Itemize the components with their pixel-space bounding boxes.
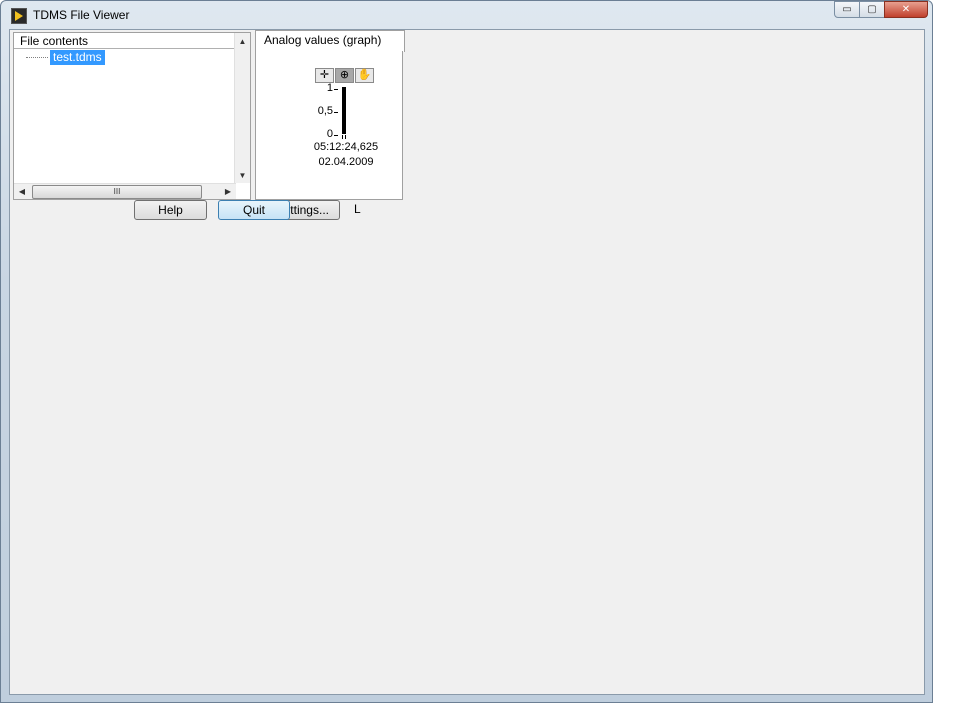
help-button[interactable]: Help	[134, 200, 207, 220]
y-tick-label: 1	[309, 82, 338, 94]
hscroll-thumb[interactable]: III	[32, 185, 202, 199]
tree-connector	[26, 57, 48, 58]
close-button[interactable]: ✕	[884, 1, 928, 18]
analog-graph-panel: ✛ ⊕ ✋ 1 0,5 0 05:12:24,625 02.04.2009	[255, 51, 403, 200]
front-panel: File contents test.tdms ▲ ▼ ◀ III ▶ Anal…	[9, 29, 925, 695]
maximize-button[interactable]: ▢	[859, 1, 885, 18]
tree-horizontal-scrollbar[interactable]: ◀ III ▶	[14, 183, 236, 199]
zoom-icon[interactable]: ⊕	[335, 68, 354, 83]
quit-button[interactable]: Quit	[218, 200, 290, 220]
x-axis-ticks	[342, 135, 346, 139]
close-icon: ✕	[901, 4, 911, 15]
main-window: TDMS File Viewer ▭ ▢ ✕ File contents tes…	[0, 0, 933, 703]
y-tick-label: 0,5	[309, 105, 338, 117]
tree-header[interactable]: File contents	[14, 33, 236, 49]
indicator-label: L	[354, 202, 361, 216]
window-title: TDMS File Viewer	[33, 8, 130, 22]
labview-app-icon[interactable]	[11, 8, 27, 24]
title-bar[interactable]: TDMS File Viewer ▭ ▢ ✕	[1, 1, 932, 29]
file-contents-tree[interactable]: File contents test.tdms ▲ ▼ ◀ III ▶	[13, 32, 251, 200]
caption-buttons: ▭ ▢ ✕	[834, 1, 928, 19]
scroll-left-arrow-icon[interactable]: ◀	[14, 184, 30, 199]
y-tick-label: 0	[309, 128, 338, 140]
cursor-move-icon[interactable]: ✛	[315, 68, 334, 83]
minimize-icon: ▭	[842, 4, 852, 15]
maximize-icon: ▢	[867, 4, 877, 15]
x-axis-date-label: 02.04.2009	[318, 156, 374, 168]
pan-hand-icon[interactable]: ✋	[355, 68, 374, 83]
tree-item-test-tdms[interactable]: test.tdms	[50, 50, 105, 65]
graph-palette: ✛ ⊕ ✋	[315, 68, 375, 83]
scroll-up-arrow-icon[interactable]: ▲	[235, 33, 250, 49]
scroll-right-arrow-icon[interactable]: ▶	[220, 184, 236, 199]
x-axis-time-label: 05:12:24,625	[313, 141, 379, 153]
tree-vertical-scrollbar[interactable]: ▲ ▼	[234, 33, 250, 183]
scroll-down-arrow-icon[interactable]: ▼	[235, 167, 250, 183]
minimize-button[interactable]: ▭	[834, 1, 860, 18]
tab-analog-values-graph[interactable]: Analog values (graph)	[255, 30, 405, 52]
plot-area[interactable]	[342, 87, 346, 134]
